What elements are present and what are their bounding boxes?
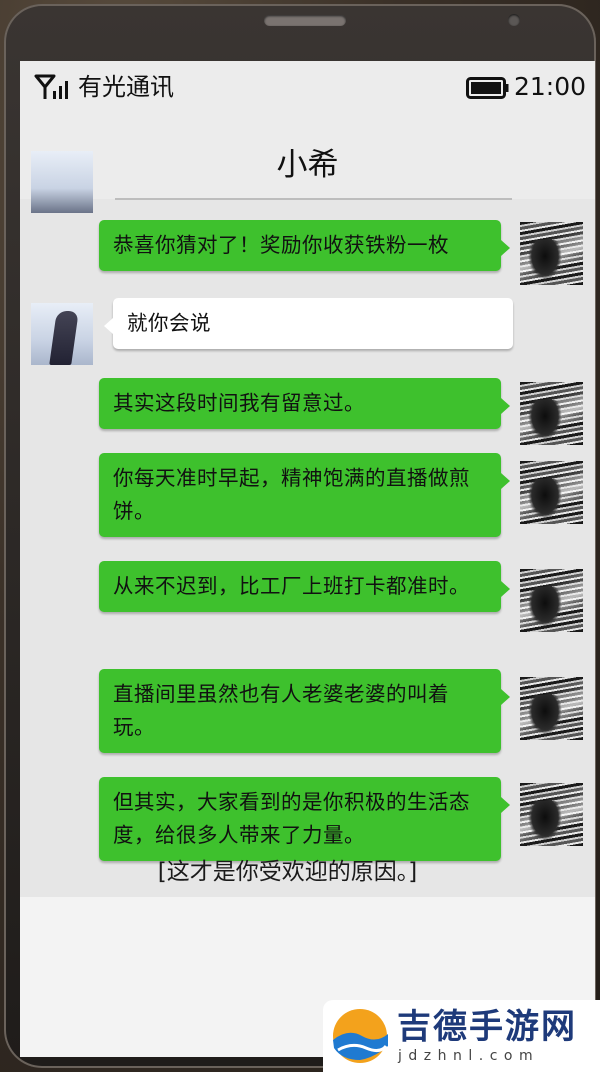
contact-avatar[interactable] <box>31 151 93 213</box>
message-bubble-sent: 从来不迟到，比工厂上班打卡都准时。 <box>99 561 510 612</box>
message-bubble-sent: 但其实，大家看到的是你积极的生活态度，给很多人带来了力量。 <box>99 777 510 861</box>
watermark-url: jdzhnl.com <box>398 1048 540 1064</box>
header-divider <box>115 198 512 200</box>
contact-avatar[interactable] <box>31 303 93 365</box>
user-avatar[interactable] <box>520 222 583 285</box>
phone-speaker <box>264 15 346 26</box>
watermark-name: 吉德手游网 <box>397 1007 577 1047</box>
user-avatar[interactable] <box>520 569 583 632</box>
user-avatar[interactable] <box>520 382 583 445</box>
status-bar: 有光通讯 21:00 <box>20 61 595 113</box>
user-avatar[interactable] <box>520 677 583 740</box>
message-bubble-sent: 你每天准时早起，精神饱满的直播做煎饼。 <box>99 453 510 537</box>
phone-camera <box>508 14 520 26</box>
watermark-logo-icon <box>333 1009 388 1063</box>
user-avatar[interactable] <box>520 461 583 524</box>
phone-screen: 有光通讯 21:00 小希 恭喜你猜对了！奖励你收获铁粉一枚 就你会说 其实这段… <box>20 61 595 1057</box>
message-bubble-sent: 其实这段时间我有留意过。 <box>99 378 510 429</box>
message-list[interactable]: 恭喜你猜对了！奖励你收获铁粉一枚 就你会说 其实这段时间我有留意过。 你每天准时… <box>20 151 595 897</box>
message-bubble-sent: 恭喜你猜对了！奖励你收获铁粉一枚 <box>99 220 510 271</box>
message-text: 恭喜你猜对了！奖励你收获铁粉一枚 <box>113 233 449 257</box>
message-text: 就你会说 <box>127 311 211 335</box>
battery-icon <box>466 77 509 99</box>
message-bubble-sent: 直播间里虽然也有人老婆老婆的叫着玩。 <box>99 669 510 753</box>
carrier-name: 有光通讯 <box>78 73 174 101</box>
message-text: 你每天准时早起，精神饱满的直播做煎饼。 <box>113 466 470 523</box>
signal-icon <box>34 74 68 99</box>
message-bubble-received: 就你会说 <box>104 298 513 349</box>
user-avatar[interactable] <box>520 783 583 846</box>
narration-text: [这才是你受欢迎的原因。] <box>157 859 418 885</box>
message-text: 从来不迟到，比工厂上班打卡都准时。 <box>113 574 470 598</box>
message-text: 直播间里虽然也有人老婆老婆的叫着玩。 <box>113 682 449 739</box>
message-text: 其实这段时间我有留意过。 <box>113 391 365 415</box>
status-time: 21:00 <box>514 72 587 101</box>
message-text: 但其实，大家看到的是你积极的生活态度，给很多人带来了力量。 <box>113 790 470 847</box>
chat-title: 小希 <box>276 147 339 183</box>
